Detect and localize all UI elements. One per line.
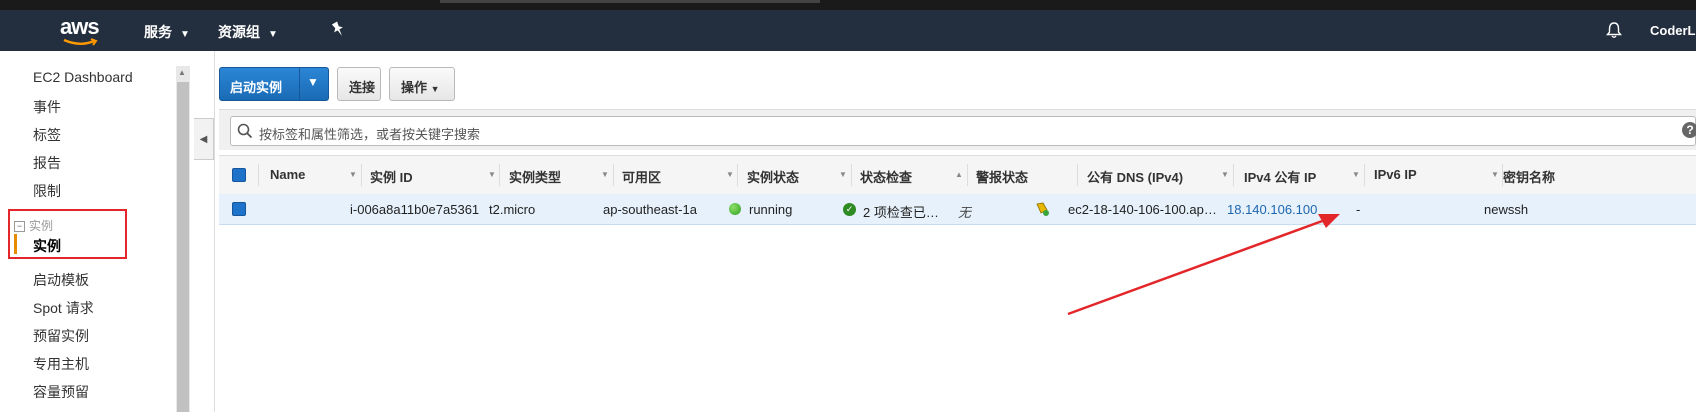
column-separator xyxy=(967,164,968,186)
sidebar-item-dedicated-hosts[interactable]: 专用主机 xyxy=(33,354,89,374)
services-menu[interactable]: 服务 ▼ xyxy=(144,22,190,42)
services-label: 服务 xyxy=(144,24,172,40)
chevron-down-icon: ▼ xyxy=(268,29,278,40)
sidebar-item-launch-templates[interactable]: 启动模板 xyxy=(33,270,89,290)
highlight-annotation-box xyxy=(8,209,127,259)
cell-public-dns: ec2-18-140-106-100.ap… xyxy=(1068,202,1217,217)
sort-icon[interactable]: ▼ xyxy=(1221,170,1229,179)
actions-label: 操作 ▼ xyxy=(401,80,440,95)
cell-key-name: newssh xyxy=(1484,202,1529,217)
caret-down-icon[interactable]: ▼ xyxy=(307,75,319,89)
collapse-sidebar-button[interactable]: ◀ xyxy=(194,118,214,160)
column-header-public-dns[interactable]: 公有 DNS (IPv4) xyxy=(1087,167,1183,186)
browser-top-strip xyxy=(0,0,1696,10)
chevron-down-icon: ▼ xyxy=(180,29,190,40)
column-separator xyxy=(1077,164,1078,186)
column-header-ipv6-ip[interactable]: IPv6 IP xyxy=(1374,167,1417,182)
sidebar-item-capacity-reservations[interactable]: 容量预留 xyxy=(33,382,89,402)
sidebar-item-reserved-instances[interactable]: 预留实例 xyxy=(33,326,89,346)
column-header-name[interactable]: Name xyxy=(270,167,305,182)
column-separator xyxy=(1233,164,1234,186)
sort-icon[interactable]: ▼ xyxy=(349,170,357,179)
resource-groups-menu[interactable]: 资源组 ▼ xyxy=(218,22,278,42)
column-header-alarm-status[interactable]: 警报状态 xyxy=(976,167,1028,186)
connect-button[interactable]: 连接 xyxy=(337,67,381,101)
column-header-availability-zone[interactable]: 可用区 xyxy=(622,167,661,186)
column-header-instance-state[interactable]: 实例状态 xyxy=(747,167,799,186)
table-row[interactable]: i-006a8a11b0e7a5361 t2.micro ap-southeas… xyxy=(219,194,1696,225)
column-separator xyxy=(737,164,738,186)
row-checkbox[interactable] xyxy=(232,202,246,216)
cell-status-checks: 2 项检查已… xyxy=(863,205,939,220)
column-separator xyxy=(499,164,500,186)
cell-instance-state: running xyxy=(749,202,793,217)
search-placeholder: 按标签和属性筛选，或者按关键字搜索 xyxy=(259,127,481,142)
column-separator xyxy=(361,164,362,186)
launch-instance-label: 启动实例 xyxy=(230,80,283,95)
sidebar-item-reports[interactable]: 报告 xyxy=(33,153,61,173)
cell-alarm-status: 无 xyxy=(958,205,972,220)
cell-instance-type: t2.micro xyxy=(489,202,536,217)
button-separator xyxy=(299,68,300,100)
user-account-menu[interactable]: CoderLC xyxy=(1650,23,1696,38)
sidebar-item-spot-requests[interactable]: Spot 请求 xyxy=(33,298,94,318)
sidebar-item-tags[interactable]: 标签 xyxy=(33,125,61,145)
aws-logo[interactable]: aws xyxy=(56,14,106,48)
scroll-up-arrow-icon[interactable]: ▲ xyxy=(178,68,186,77)
panel-divider xyxy=(214,51,215,412)
sort-icon[interactable]: ▼ xyxy=(1491,170,1499,179)
cell-instance-id: i-006a8a11b0e7a5361 xyxy=(350,202,480,217)
sort-icon[interactable]: ▼ xyxy=(1352,170,1360,179)
cell-availability-zone: ap-southeast-1a xyxy=(603,202,697,217)
cell-ipv4-public-ip[interactable]: 18.140.106.100 xyxy=(1227,202,1317,217)
column-separator xyxy=(613,164,614,186)
resource-groups-label: 资源组 xyxy=(218,24,260,40)
column-header-instance-type[interactable]: 实例类型 xyxy=(509,167,561,186)
check-circle-icon: ✓ xyxy=(843,203,856,216)
sort-icon[interactable]: ▼ xyxy=(726,170,734,179)
chevron-down-icon: ▼ xyxy=(430,84,440,94)
pin-icon[interactable] xyxy=(330,21,346,42)
column-header-status-checks[interactable]: 状态检查 xyxy=(860,167,912,186)
search-icon xyxy=(237,123,253,139)
connect-label: 连接 xyxy=(349,80,376,95)
notification-bell-icon[interactable] xyxy=(1605,21,1623,42)
sidebar-item-ec2-dashboard[interactable]: EC2 Dashboard xyxy=(33,69,133,85)
launch-instance-button[interactable]: 启动实例 ▼ xyxy=(219,67,329,101)
column-separator xyxy=(851,164,852,186)
sidebar-item-events[interactable]: 事件 xyxy=(33,97,61,117)
sort-icon[interactable]: ▼ xyxy=(488,170,496,179)
column-header-key-name[interactable]: 密钥名称 xyxy=(1503,167,1555,186)
column-separator xyxy=(1364,164,1365,186)
search-input[interactable]: 按标签和属性筛选，或者按关键字搜索 xyxy=(230,116,1696,146)
sidebar-item-limits[interactable]: 限制 xyxy=(33,181,61,201)
top-navigation-bar: aws 服务 ▼ 资源组 ▼ CoderLC xyxy=(0,10,1696,51)
sort-icon[interactable]: ▼ xyxy=(839,170,847,179)
aws-smile-icon xyxy=(63,38,98,46)
sort-ascending-icon[interactable]: ▲ xyxy=(955,170,963,179)
running-status-icon xyxy=(729,203,741,215)
alarm-bell-icon[interactable] xyxy=(1034,201,1050,220)
column-header-ipv4-public-ip[interactable]: IPv4 公有 IP xyxy=(1244,167,1316,186)
column-header-instance-id[interactable]: 实例 ID xyxy=(370,167,413,186)
select-all-checkbox[interactable] xyxy=(232,168,246,182)
help-icon[interactable]: ? xyxy=(1682,122,1696,138)
sort-icon[interactable]: ▼ xyxy=(601,170,609,179)
actions-button[interactable]: 操作 ▼ xyxy=(389,67,455,101)
cell-ipv6-ip: - xyxy=(1356,202,1361,217)
column-separator xyxy=(258,164,259,186)
table-header: Name ▼ 实例 ID ▼ 实例类型 ▼ 可用区 ▼ 实例状态 ▼ 状态检查 … xyxy=(219,155,1696,195)
sidebar-scrollbar-thumb[interactable] xyxy=(177,82,189,412)
chevron-left-icon: ◀ xyxy=(199,133,208,145)
